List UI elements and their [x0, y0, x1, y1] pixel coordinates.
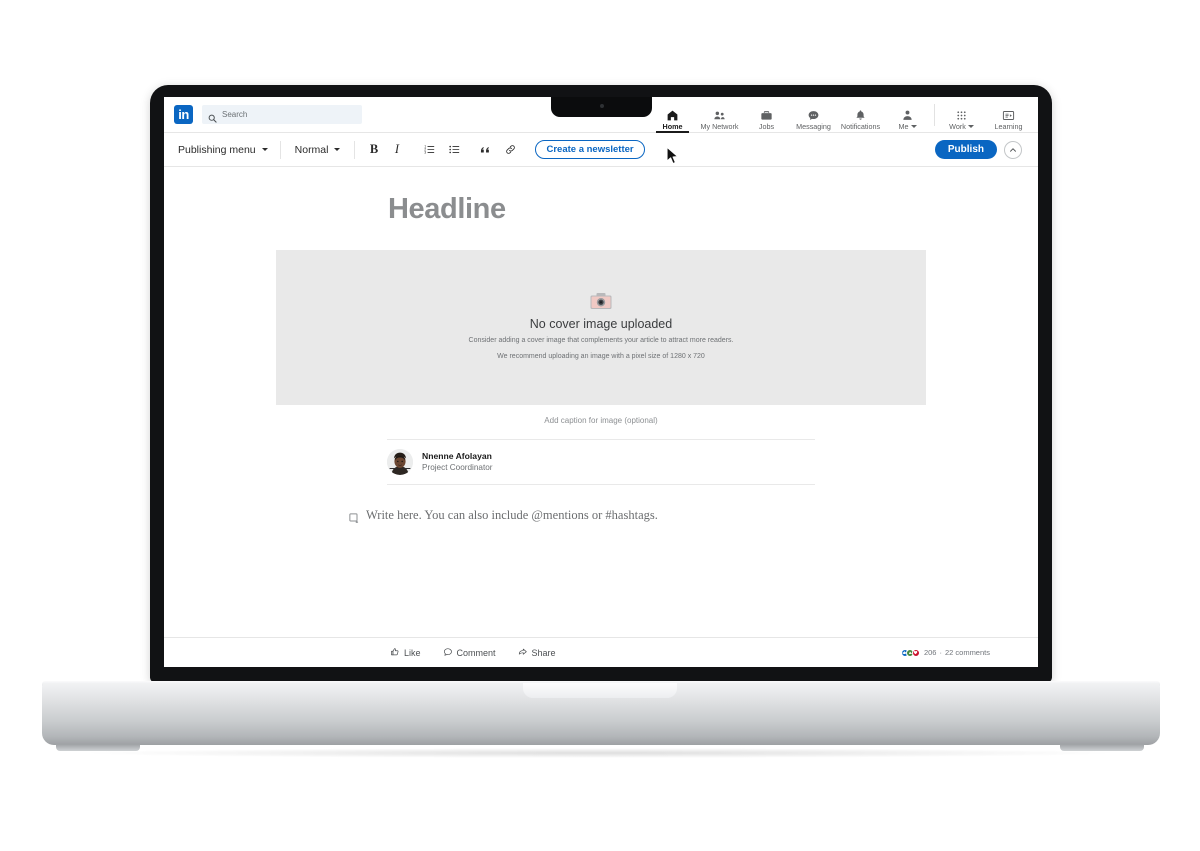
publishing-menu-label: Publishing menu	[178, 143, 256, 156]
social-actions: Like Comment Share	[390, 647, 556, 659]
laptop-mockup: in Search Home My Network Jobs Messaging…	[0, 0, 1200, 851]
author-card: Nnenne Afolayan Project Coordinator	[387, 439, 815, 485]
nav-item-my-network[interactable]: My Network	[696, 97, 743, 133]
headline-input[interactable]: Headline	[276, 193, 926, 226]
author-title: Project Coordinator	[422, 463, 493, 472]
collapse-toggle-button[interactable]	[1004, 140, 1022, 159]
insert-block-icon[interactable]	[349, 510, 359, 524]
list-format-group: 123	[415, 139, 469, 160]
comment-icon	[443, 647, 453, 659]
body-editor[interactable]: Write here. You can also include @mentio…	[341, 507, 861, 524]
nav-label-my-network: My Network	[700, 121, 739, 131]
link-icon[interactable]	[500, 139, 521, 160]
chevron-down-icon	[910, 125, 917, 129]
social-bar: Like Comment Share 206 · 22 comments	[164, 637, 1038, 667]
nav-item-me[interactable]: Me	[884, 97, 931, 133]
nav-label-me-text: Me	[898, 121, 909, 131]
like-button[interactable]: Like	[390, 647, 421, 659]
search-icon	[208, 110, 217, 123]
message-bubble-icon	[807, 109, 820, 122]
nav-label-home: Home	[662, 121, 683, 131]
article-editor: Headline No cover image uploaded Conside…	[164, 167, 1038, 524]
bold-button[interactable]: B	[363, 139, 384, 160]
network-icon	[713, 109, 726, 122]
text-format-group: B I	[355, 139, 415, 160]
numbered-list-icon[interactable]: 123	[419, 139, 440, 160]
laptop-screen: in Search Home My Network Jobs Messaging…	[164, 97, 1038, 667]
like-label: Like	[404, 647, 421, 658]
nav-label-learning: Learning	[994, 121, 1023, 131]
nav-label-work-text: Work	[949, 121, 966, 131]
avatar-icon	[901, 109, 914, 122]
nav-divider	[934, 103, 935, 126]
bulleted-list-icon[interactable]	[444, 139, 465, 160]
blockquote-icon[interactable]	[475, 139, 496, 160]
webcam-icon	[600, 104, 604, 108]
nav-item-jobs[interactable]: Jobs	[743, 97, 790, 133]
share-label: Share	[531, 647, 556, 658]
social-stats[interactable]: 206 · 22 comments	[900, 648, 990, 657]
article-scroll-area[interactable]: Headline No cover image uploaded Conside…	[164, 167, 1038, 637]
text-style-label: Normal	[294, 143, 329, 156]
grid-apps-icon	[955, 109, 968, 122]
nav-label-notifications: Notifications	[840, 121, 881, 131]
body-placeholder: Write here. You can also include @mentio…	[366, 508, 658, 522]
svg-text:3: 3	[425, 150, 427, 154]
author-name: Nnenne Afolayan	[422, 451, 492, 461]
nav-item-learning[interactable]: Learning	[985, 97, 1032, 133]
publishing-menu-button[interactable]: Publishing menu	[178, 144, 280, 156]
nav-item-work[interactable]: Work	[938, 97, 985, 133]
comment-label: Comment	[456, 647, 496, 658]
stats-separator: ·	[939, 648, 942, 657]
bell-icon	[854, 109, 867, 122]
nav-label-work: Work	[949, 121, 974, 131]
home-icon	[666, 109, 679, 122]
nav-label-messaging: Messaging	[796, 121, 831, 131]
laptop-notch	[551, 97, 652, 117]
nav-label-jobs: Jobs	[758, 121, 775, 131]
chevron-up-icon	[1010, 147, 1016, 152]
laptop-notch-grip	[523, 683, 677, 698]
search-input[interactable]: Search	[202, 105, 362, 124]
cover-empty-hint-line2: We recommend uploading an image with a p…	[497, 353, 705, 360]
nav-label-me: Me	[898, 121, 917, 131]
publish-button[interactable]: Publish	[934, 140, 997, 159]
share-button[interactable]: Share	[518, 647, 556, 659]
toolbar-right-group: Publish	[934, 140, 1022, 159]
italic-button[interactable]: I	[386, 139, 407, 160]
camera-icon	[590, 292, 612, 310]
learning-icon	[1002, 109, 1015, 122]
share-icon	[518, 647, 528, 659]
editor-toolbar: Publishing menu Normal B I 123 Create a …	[164, 133, 1038, 167]
linkedin-app: in Search Home My Network Jobs Messaging…	[164, 97, 1038, 667]
comment-button[interactable]: Comment	[443, 647, 496, 659]
create-newsletter-button[interactable]: Create a newsletter	[535, 140, 645, 159]
laptop-base-shadow	[90, 748, 1110, 758]
reaction-icons	[900, 648, 920, 657]
author-info: Nnenne Afolayan Project Coordinator	[422, 450, 493, 474]
nav-item-messaging[interactable]: Messaging	[790, 97, 837, 133]
linkedin-logo[interactable]: in	[174, 105, 193, 124]
insert-format-group	[469, 139, 527, 160]
chevron-down-icon	[334, 148, 341, 151]
nav-item-notifications[interactable]: Notifications	[837, 97, 884, 133]
cover-image-dropzone[interactable]: No cover image uploaded Consider adding …	[276, 250, 926, 405]
nav-item-home[interactable]: Home	[649, 97, 696, 133]
search-placeholder: Search	[222, 110, 248, 119]
text-style-select[interactable]: Normal	[281, 144, 355, 156]
chevron-down-icon	[967, 125, 974, 129]
nav-items: Home My Network Jobs Messaging Notificat…	[649, 97, 1032, 133]
comment-count: 22 comments	[944, 648, 990, 657]
cover-empty-title: No cover image uploaded	[529, 317, 673, 331]
avatar	[387, 449, 413, 475]
reaction-count: 206	[923, 648, 937, 657]
cover-empty-hint-line1: Consider adding a cover image that compl…	[468, 337, 734, 344]
caption-input[interactable]: Add caption for image (optional)	[276, 416, 926, 425]
reaction-love-icon	[911, 648, 920, 657]
thumbs-up-icon	[390, 647, 400, 659]
briefcase-icon	[760, 109, 773, 122]
mouse-cursor	[666, 146, 680, 171]
chevron-down-icon	[261, 148, 268, 151]
